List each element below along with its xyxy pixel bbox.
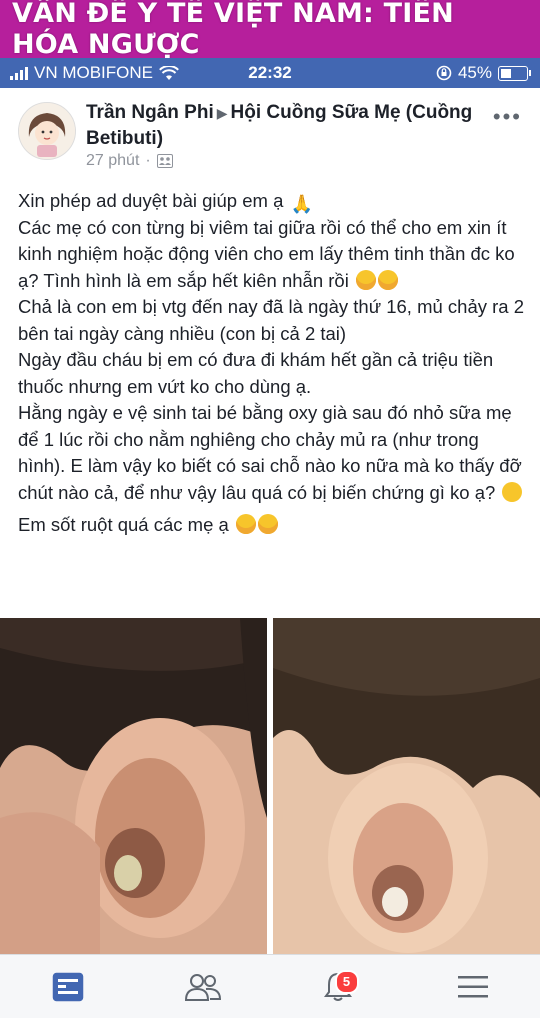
crying-emoji-icon [257,514,278,534]
crying-emoji-icon [235,514,256,534]
post-body: Xin phép ad duyệt bài giúp em ạ 🙏 Các mẹ… [18,188,528,539]
separator-dot: · [145,152,151,169]
post-header: Trần Ngân Phi ▶ Hội Cuồng Sữa Mẹ (Cuồng Be… [86,100,486,152]
tab-friends[interactable] [178,962,228,1012]
banner-title: VẤN ĐỀ Y TẾ VIỆT NAM: TIẾN HÓA NGƯỢC [0,0,540,64]
crying-emoji-icon [355,269,376,290]
group-audience-icon [156,154,173,168]
orientation-lock-icon [436,65,452,81]
more-options-icon[interactable]: ••• [493,104,522,130]
post-paragraph: Chả là con em bị vtg đến nay đã là ngày … [18,296,525,344]
tab-news-feed[interactable] [43,962,93,1012]
banner: VẤN ĐỀ Y TẾ VIỆT NAM: TIẾN HÓA NGƯỢC [0,0,540,64]
tab-notifications[interactable]: 5 [313,962,363,1012]
post-photo-left-ear[interactable] [0,618,267,954]
notification-badge: 5 [334,969,359,994]
battery-percent: 45% [457,63,492,82]
post-photos [0,618,540,954]
author-name[interactable]: Trần Ngân Phi [86,102,214,123]
battery-icon [498,65,531,81]
post-photo-right-ear[interactable] [273,618,540,954]
hamburger-menu-icon [457,975,488,997]
status-bar: VN MOBIFONE 22:32 45% [0,58,540,88]
arrow-right-icon: ▶ [216,105,228,121]
pray-emoji-icon: 🙏 [290,194,313,214]
friends-icon [184,973,221,1001]
post-paragraph: Em sốt ruột quá các mẹ ạ [18,512,528,539]
bottom-tab-bar: 5 [0,954,540,1018]
status-right: 45% [436,63,531,83]
crying-emoji-icon [377,269,398,290]
post-meta: 27 phút · [86,152,173,170]
post-paragraph: Các mẹ có con từng bị viêm tai giữa rồi … [18,216,515,291]
post-time[interactable]: 27 phút [86,152,139,170]
avatar[interactable] [18,102,76,160]
post-paragraph: Xin phép ad duyệt bài giúp em ạ 🙏 [18,190,313,214]
news-feed-icon [52,972,83,1001]
post-paragraph: Ngày đầu cháu bị em có đưa đi khám hết g… [18,349,494,397]
tab-menu[interactable] [448,962,498,1012]
sad-emoji-icon [502,481,523,502]
post-paragraph: Hằng ngày e vệ sinh tai bé bằng oxy già … [18,402,523,503]
post-card: Trần Ngân Phi ▶ Hội Cuồng Sữa Mẹ (Cuồng Be… [0,88,540,618]
